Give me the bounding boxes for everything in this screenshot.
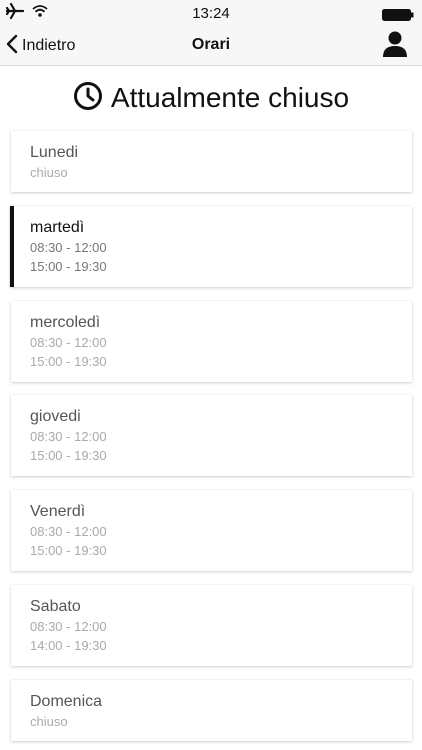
clock-icon <box>73 81 103 116</box>
user-button[interactable] <box>382 30 408 60</box>
day-name: mercoledì <box>30 314 101 331</box>
day-card-wednesday: mercoledì 08:30 - 12:00 15:00 - 19:30 <box>11 301 412 382</box>
day-hours: 08:30 - 12:00 <box>30 335 107 350</box>
opening-status-text: Attualmente chiuso <box>110 82 350 113</box>
day-card-sunday: Domenica chiuso <box>11 680 412 741</box>
day-name: martedì <box>30 219 85 236</box>
day-hours: 15:00 - 19:30 <box>30 354 107 369</box>
user-icon <box>382 31 408 62</box>
day-card-monday: Lunedi chiuso <box>11 131 412 192</box>
day-hours: 08:30 - 12:00 <box>30 240 107 255</box>
day-hours: 08:30 - 12:00 <box>30 524 107 539</box>
opening-status: Attualmente chiuso <box>0 78 422 118</box>
day-card-saturday: Sabato 08:30 - 12:00 14:00 - 19:30 <box>11 585 412 666</box>
day-name: Domenica <box>30 693 103 710</box>
day-card-thursday: giovedi 08:30 - 12:00 15:00 - 19:30 <box>11 395 412 476</box>
day-name: Sabato <box>30 598 81 615</box>
status-time: 13:24 <box>192 5 230 22</box>
day-card-friday: Venerdì 08:30 - 12:00 15:00 - 19:30 <box>11 490 412 571</box>
day-hours: chiuso <box>30 714 68 729</box>
day-name: giovedi <box>30 408 81 425</box>
battery-icon <box>382 8 414 21</box>
navigation-bar: Indietro Orari <box>0 26 422 66</box>
day-hours: 15:00 - 19:30 <box>30 543 107 558</box>
status-bar: 13:24 <box>0 0 422 26</box>
day-name: Venerdì <box>30 503 86 520</box>
day-hours: 15:00 - 19:30 <box>30 259 107 274</box>
day-hours: 15:00 - 19:30 <box>30 448 107 463</box>
day-hours: 14:00 - 19:30 <box>30 638 107 653</box>
day-hours: 08:30 - 12:00 <box>30 429 107 444</box>
day-card-tuesday: martedì 08:30 - 12:00 15:00 - 19:30 <box>10 206 412 287</box>
day-hours: 08:30 - 12:00 <box>30 619 107 634</box>
day-name: Lunedi <box>30 144 79 161</box>
day-hours: chiuso <box>30 165 68 180</box>
page-title: Orari <box>191 36 231 53</box>
